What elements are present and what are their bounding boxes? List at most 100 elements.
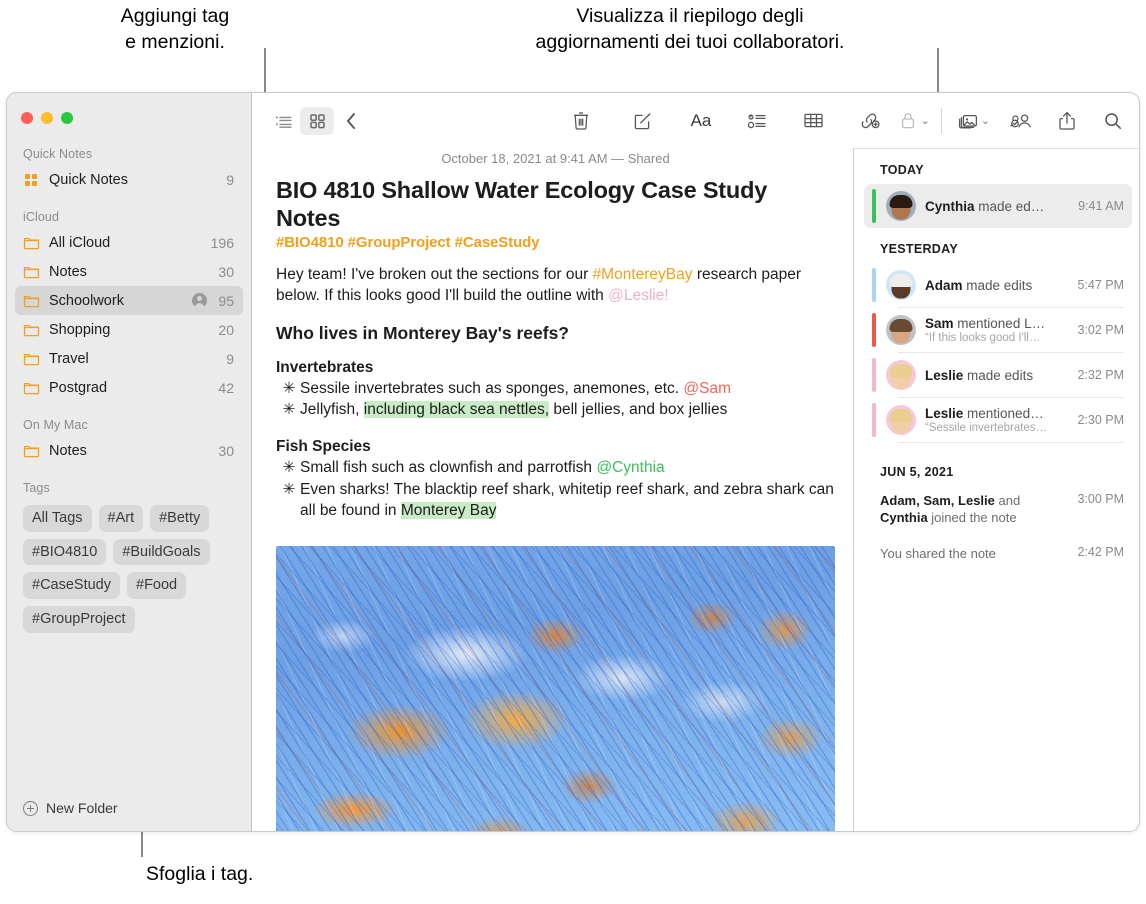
avatar [886, 405, 916, 435]
tag-chip-art[interactable]: #Art [98, 505, 144, 532]
activity-time: 2:30 PM [1077, 413, 1124, 427]
activity-item-shared: You shared the note 2:42 PM [854, 533, 1139, 568]
tag-chip-all-tags[interactable]: All Tags [23, 505, 92, 532]
lock-chevron-down-icon[interactable]: ⌄ [921, 114, 930, 127]
activity-action: made edits [963, 367, 1034, 383]
checklist-icon[interactable] [740, 107, 774, 135]
note-editor[interactable]: October 18, 2021 at 9:41 AM — Shared BIO… [252, 148, 853, 831]
sidebar-section-header-tags: Tags [23, 481, 50, 495]
tag-chip-buildgoals[interactable]: #BuildGoals [113, 538, 210, 566]
joined-names-2: Cynthia [880, 510, 928, 526]
bullet-marker: ✳ [282, 379, 296, 397]
quick-notes-icon [23, 172, 40, 187]
folder-icon [23, 380, 40, 395]
collaborate-icon[interactable] [1004, 107, 1038, 135]
activity-time: 3:00 PM [1077, 492, 1124, 506]
new-folder-button[interactable]: New Folder [7, 785, 251, 831]
bullet-text-pre: Sessile invertebrates such as sponges, a… [300, 379, 684, 397]
activity-accent-bar [872, 358, 876, 392]
sidebar-item-label: Shopping [49, 321, 111, 338]
search-icon[interactable] [1096, 107, 1130, 135]
trash-icon[interactable] [564, 107, 598, 135]
tag-montereybay[interactable]: #MontereyBay [593, 266, 693, 283]
activity-list[interactable]: TODAY Cynthia made ed… 9:41 AM YESTERDAY [854, 148, 1139, 831]
activity-line: Cynthia made ed… [925, 199, 1071, 214]
activity-item-cynthia[interactable]: Cynthia made ed… 9:41 AM [864, 184, 1132, 228]
sidebar-item-postgrad[interactable]: Postgrad 42 [15, 373, 243, 402]
activity-time: 5:47 PM [1077, 278, 1124, 292]
table-icon[interactable] [796, 107, 830, 135]
mention-cynthia[interactable]: @Cynthia [596, 459, 664, 476]
activity-joined-text: Adam, Sam, Leslie and Cynthia joined the… [880, 492, 1069, 527]
activity-text: Adam made edits [925, 278, 1070, 293]
tag-chip-food[interactable]: #Food [127, 572, 187, 600]
highlight-monterey-bay: Monterey Bay [400, 501, 497, 519]
sidebar-item-shopping[interactable]: Shopping 20 [15, 315, 243, 344]
minimize-window-button[interactable] [41, 112, 53, 124]
sidebar-item-travel[interactable]: Travel 9 [15, 344, 243, 373]
activity-text: Sam mentioned L… “If this looks good I'l… [925, 316, 1070, 344]
callout-activity-summary: Visualizza il riepilogo degli aggiorname… [535, 5, 845, 53]
joined-names-1: Adam, Sam, Leslie [880, 493, 995, 508]
new-folder-label: New Folder [46, 800, 118, 816]
list-item: ✳ Jellyfish, including black sea nettles… [276, 400, 835, 422]
sidebar-item-schoolwork[interactable]: Schoolwork 95 [15, 286, 243, 315]
activity-item-leslie-mentioned[interactable]: Leslie mentioned… “Sessile invertebrates… [864, 398, 1132, 442]
sidebar-section-header-onmymac: On My Mac [23, 418, 88, 432]
jellyfish-tentacles-overlay [276, 546, 835, 831]
sidebar-item-count: 42 [218, 379, 234, 396]
sidebar-section-header: Quick Notes [23, 147, 93, 161]
sidebar-item-all-icloud[interactable]: All iCloud 196 [15, 228, 243, 257]
callout-add-tags: Aggiungi tag e menzioni. [120, 5, 230, 53]
bullet-text-pre: Small fish such as clownfish and parrotf… [300, 459, 597, 477]
activity-item-leslie-edits[interactable]: Leslie made edits 2:32 PM [864, 353, 1132, 397]
toolbar: Aa ⌄ ⌄ [252, 93, 1139, 148]
bullet-text-pre: Even sharks! The blacktip reef shark, wh… [300, 480, 834, 519]
activity-line: Adam made edits [925, 278, 1070, 293]
compose-icon[interactable] [626, 107, 660, 135]
activity-person: Adam [925, 277, 963, 293]
sidebar-item-quick-notes[interactable]: Quick Notes 9 [15, 165, 243, 194]
bullet-text: Sessile invertebrates such as sponges, a… [300, 379, 835, 400]
activity-time: 9:41 AM [1078, 199, 1124, 213]
folder-icon [23, 235, 40, 250]
sidebar-item-count: 20 [218, 321, 234, 338]
maximize-window-button[interactable] [61, 112, 73, 124]
tag-chip-bio4810[interactable]: #BIO4810 [23, 538, 107, 566]
back-chevron-icon[interactable] [334, 107, 368, 135]
format-aa-button[interactable]: Aa [684, 107, 718, 135]
sidebar-section-header-icloud: iCloud [23, 210, 60, 224]
list-view-icon[interactable] [266, 107, 300, 135]
note-date: October 18, 2021 at 9:41 AM — Shared [441, 151, 670, 166]
add-link-icon[interactable] [852, 107, 886, 135]
joined-mid: and [994, 493, 1021, 508]
mention-leslie[interactable]: @Leslie! [608, 287, 669, 304]
bullet-list-invertebrates: ✳ Sessile invertebrates such as sponges,… [276, 379, 835, 439]
gallery-view-icon[interactable] [300, 106, 334, 135]
bullet-marker: ✳ [282, 401, 296, 419]
list-item: ✳ Small fish such as clownfish and parro… [276, 458, 835, 480]
tag-chip-casestudy[interactable]: #CaseStudy [23, 572, 120, 600]
window-traffic-lights [7, 93, 251, 139]
activity-accent-bar [872, 189, 876, 223]
activity-accent-bar [872, 403, 876, 437]
sidebar-scroll[interactable]: Quick Notes Quick Notes 9 iCloud All iCl… [7, 139, 251, 785]
notes-window: Quick Notes Quick Notes 9 iCloud All iCl… [6, 92, 1140, 832]
activity-item-adam[interactable]: Adam made edits 5:47 PM [864, 263, 1132, 307]
activity-quote: “Sessile invertebrates… [925, 422, 1048, 434]
tag-chip-betty[interactable]: #Betty [150, 505, 210, 532]
sidebar-item-notes-local[interactable]: Notes 30 [15, 436, 243, 465]
close-window-button[interactable] [21, 112, 33, 124]
activity-person: Leslie [925, 406, 964, 421]
sidebar-item-notes-icloud[interactable]: Notes 30 [15, 257, 243, 286]
tag-chip-groupproject[interactable]: #GroupProject [23, 606, 135, 633]
sidebar-item-count: 30 [218, 263, 234, 280]
media-chevron-down-icon[interactable]: ⌄ [981, 114, 990, 127]
mention-sam[interactable]: @Sam [683, 380, 731, 397]
jellyfish-photo[interactable] [276, 546, 835, 831]
media-icon[interactable] [951, 107, 985, 135]
activity-time: 2:32 PM [1077, 368, 1124, 382]
share-icon[interactable] [1050, 107, 1084, 135]
lock-icon[interactable] [891, 107, 925, 135]
activity-item-sam[interactable]: Sam mentioned L… “If this looks good I'l… [864, 308, 1132, 352]
